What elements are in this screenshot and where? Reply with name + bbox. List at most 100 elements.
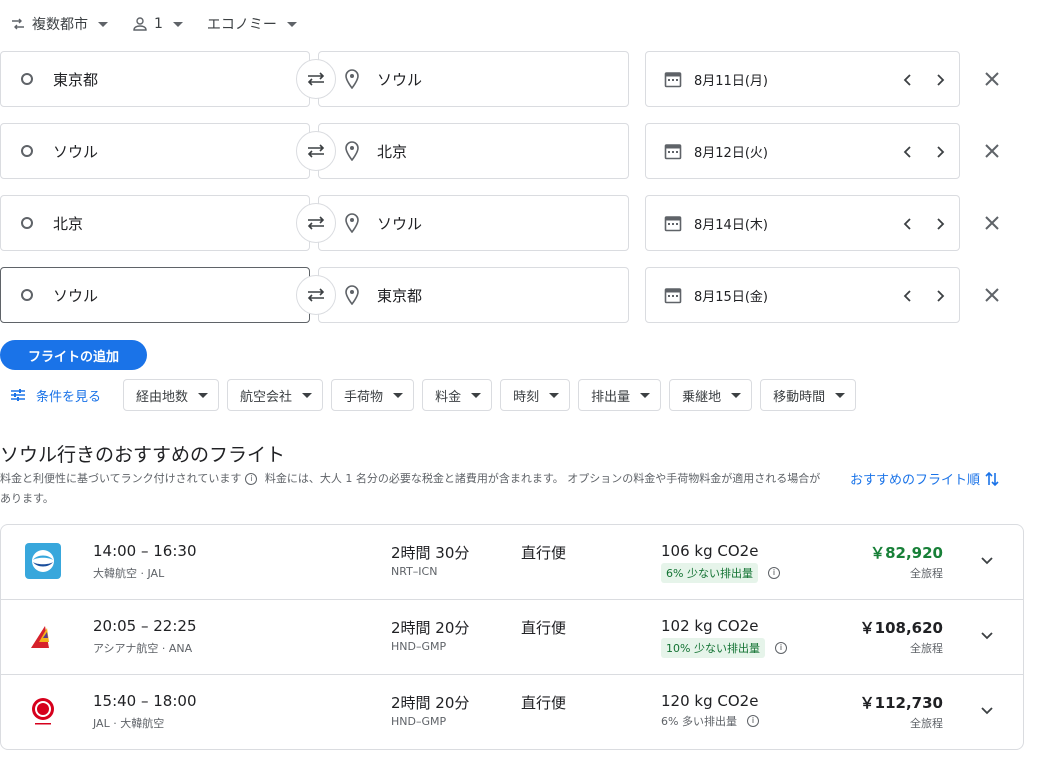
- destination-input[interactable]: 東京都: [318, 267, 629, 323]
- flight-leg: ソウル 東京都 8月15日(金): [0, 267, 1040, 323]
- date-input[interactable]: 8月11日(月): [645, 51, 960, 107]
- swap-icon: [307, 288, 325, 302]
- filter-chip-airlines[interactable]: 航空会社: [227, 379, 324, 411]
- filter-chip-connecting-airports[interactable]: 乗継地: [669, 379, 753, 411]
- info-icon[interactable]: i: [767, 567, 780, 579]
- date-input[interactable]: 8月14日(木): [645, 195, 960, 251]
- info-icon[interactable]: i: [746, 715, 759, 727]
- flight-duration: 2時間 20分: [391, 619, 470, 637]
- remove-leg-button[interactable]: [980, 67, 1004, 91]
- close-icon: [985, 144, 999, 158]
- chevron-down-icon: [393, 392, 404, 398]
- expand-button[interactable]: [977, 626, 997, 646]
- chip-label: 移動時間: [773, 389, 826, 405]
- swap-button[interactable]: [296, 275, 336, 315]
- next-date-button[interactable]: [931, 215, 949, 233]
- remove-leg-button[interactable]: [980, 139, 1004, 163]
- add-flight-button[interactable]: フライトの追加: [0, 340, 147, 370]
- filter-chip-price[interactable]: 料金: [422, 379, 493, 411]
- cabin-select[interactable]: エコノミー: [207, 14, 297, 34]
- info-icon[interactable]: i: [774, 642, 787, 654]
- remove-leg-button[interactable]: [980, 211, 1004, 235]
- flight-leg: 北京 ソウル 8月14日(木): [0, 195, 1040, 251]
- calendar-icon: [664, 216, 682, 232]
- date-input[interactable]: 8月15日(金): [645, 267, 960, 323]
- passenger-count: 1: [154, 16, 163, 32]
- chip-label: 乗継地: [682, 389, 722, 405]
- prev-date-button[interactable]: [899, 71, 917, 89]
- flight-duration: 2時間 30分: [391, 544, 470, 562]
- jal-logo: [32, 698, 54, 725]
- chip-label: 手荷物: [344, 389, 384, 405]
- chevron-down-icon: [198, 392, 209, 398]
- next-date-button[interactable]: [931, 287, 949, 305]
- swap-button[interactable]: [296, 203, 336, 243]
- person-icon: [133, 17, 147, 31]
- chip-label: 航空会社: [240, 389, 293, 405]
- chevron-down-icon: [981, 707, 993, 715]
- expand-button[interactable]: [977, 701, 997, 721]
- chevron-down-icon: [172, 21, 183, 27]
- chevron-down-icon: [98, 21, 108, 27]
- date-input[interactable]: 8月12日(火): [645, 123, 960, 179]
- origin-circle-icon: [21, 145, 33, 157]
- filter-chip-times[interactable]: 時刻: [500, 379, 571, 411]
- origin-input[interactable]: 北京: [0, 195, 310, 251]
- expand-button[interactable]: [977, 551, 997, 571]
- flight-stops: 直行便: [521, 694, 567, 712]
- location-pin-icon: [345, 69, 359, 89]
- sort-button[interactable]: おすすめのフライト順: [850, 469, 1000, 488]
- chevron-down-icon: [640, 392, 651, 398]
- destination-input[interactable]: ソウル: [318, 195, 629, 251]
- all-filters-button[interactable]: 条件を見る: [10, 386, 101, 405]
- prev-date-button[interactable]: [899, 143, 917, 161]
- chevron-right-icon: [937, 290, 945, 302]
- close-icon: [985, 216, 999, 230]
- flight-results-list: 14:00 – 16:30 大韓航空 · JAL 2時間 30分 NRT–ICN…: [0, 524, 1024, 750]
- remove-leg-button[interactable]: [980, 283, 1004, 307]
- prev-date-button[interactable]: [899, 215, 917, 233]
- chevron-down-icon: [981, 632, 993, 640]
- origin-input[interactable]: 東京都: [0, 51, 310, 107]
- chevron-down-icon: [286, 21, 297, 27]
- location-pin-icon: [345, 285, 359, 305]
- swap-icon: [307, 216, 325, 230]
- swap-button[interactable]: [296, 131, 336, 171]
- filter-chip-stops[interactable]: 経由地数: [123, 379, 220, 411]
- filter-chip-duration[interactable]: 移動時間: [760, 379, 857, 411]
- airline-names: JAL · 大韓航空: [93, 717, 165, 730]
- emissions-info: 10% 少ない排出量 i: [661, 638, 791, 658]
- origin-input[interactable]: ソウル: [0, 123, 310, 179]
- info-icon[interactable]: i: [245, 473, 258, 485]
- prev-date-button[interactable]: [899, 287, 917, 305]
- date-value: 8月15日(金): [694, 289, 768, 305]
- origin-input[interactable]: ソウル: [0, 267, 310, 323]
- destination-input[interactable]: 北京: [318, 123, 629, 179]
- filter-chip-emissions[interactable]: 排出量: [578, 379, 662, 411]
- flight-result-row[interactable]: 20:05 – 22:25 アシアナ航空 · ANA 2時間 20分 HND–G…: [1, 600, 1023, 675]
- chevron-down-icon: [302, 392, 313, 398]
- results-subtext: 料金と利便性に基づいてランク付けされています i 料金には、大人 1 名分の必要な…: [0, 469, 830, 509]
- origin-value: 東京都: [53, 70, 99, 89]
- swap-button[interactable]: [296, 59, 336, 99]
- trip-type-select[interactable]: 複数都市: [10, 14, 108, 34]
- filter-chip-bags[interactable]: 手荷物: [331, 379, 415, 411]
- date-value: 8月14日(木): [694, 217, 768, 233]
- location-pin-icon: [345, 141, 359, 161]
- origin-circle-icon: [21, 217, 33, 229]
- destination-input[interactable]: ソウル: [318, 51, 629, 107]
- next-date-button[interactable]: [931, 143, 949, 161]
- flight-times: 14:00 – 16:30: [93, 542, 197, 560]
- date-value: 8月11日(月): [694, 73, 768, 89]
- flight-result-row[interactable]: 15:40 – 18:00 JAL · 大韓航空 2時間 20分 HND–GMP…: [1, 675, 1023, 749]
- close-icon: [985, 288, 999, 302]
- next-date-button[interactable]: [931, 71, 949, 89]
- destination-value: ソウル: [377, 214, 423, 233]
- destination-value: 北京: [377, 142, 408, 161]
- calendar-icon: [664, 144, 682, 160]
- passenger-select[interactable]: 1: [132, 16, 183, 32]
- airline-names: 大韓航空 · JAL: [93, 567, 165, 580]
- all-filters-label: 条件を見る: [36, 389, 102, 405]
- price-type: 全旅程: [910, 717, 943, 730]
- flight-result-row[interactable]: 14:00 – 16:30 大韓航空 · JAL 2時間 30分 NRT–ICN…: [1, 525, 1023, 600]
